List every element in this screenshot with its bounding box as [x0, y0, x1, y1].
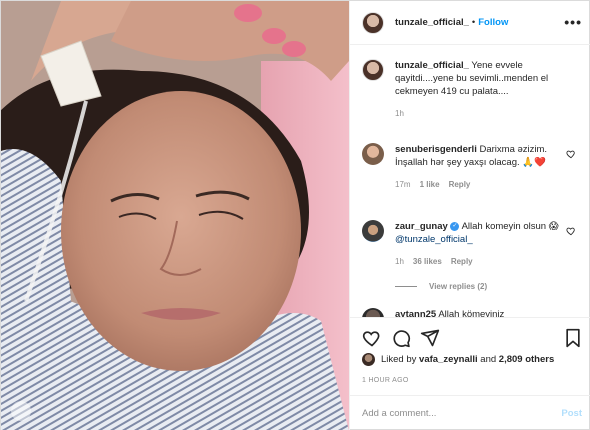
others-likes-link[interactable]: 2,809 others [499, 354, 554, 365]
mention-link[interactable]: @tunzale_official_ [395, 234, 473, 245]
reply-button[interactable]: Reply [449, 178, 471, 191]
comment-body: zaur_gunay ✓ Allah komeyin olsun 😱 @tunz… [395, 220, 565, 268]
caption-username[interactable]: tunzale_official_ [395, 60, 469, 71]
comment-body: senuberisgenderli Darixma əzizim. İnşall… [395, 143, 565, 191]
post-comment-button[interactable]: Post [561, 408, 582, 419]
liked-by-and: and [480, 354, 497, 365]
comments-list[interactable]: tunzale_official_ Yene evvele qayitdi...… [350, 45, 590, 317]
comment-meta: 17m 1 like Reply [395, 178, 565, 191]
instagram-post: tunzale_official_ • Follow ••• tunzale_o… [0, 0, 590, 430]
comment-likes-link[interactable]: 1 like [420, 178, 440, 191]
post-header: tunzale_official_ • Follow ••• [350, 1, 590, 45]
post-photo[interactable] [1, 1, 349, 430]
comment-likes-link[interactable]: 36 likes [413, 255, 442, 268]
comment-body: aytann25 Allah kömeyiniz [395, 308, 565, 317]
comment-text: Allah komeyin olsun 😱 [461, 221, 559, 232]
list-item: zaur_gunay ✓ Allah komeyin olsun 😱 @tunz… [362, 220, 584, 268]
comment-meta: 1h 36 likes Reply [395, 255, 565, 268]
post-timestamp[interactable]: 1 HOUR AGO [362, 377, 409, 384]
share-send-icon[interactable] [420, 328, 440, 348]
like-heart-icon[interactable] [362, 328, 382, 348]
add-comment-bar: Post [350, 395, 590, 430]
username-link[interactable]: tunzale_official_ [395, 17, 469, 28]
view-replies-button[interactable]: View replies (2) [395, 282, 487, 291]
bookmark-icon[interactable] [564, 328, 582, 348]
caption: tunzale_official_ Yene evvele qayitdi...… [362, 59, 584, 120]
liker-username-link[interactable]: vafa_zeynalli [419, 354, 478, 365]
comment-text: Allah kömeyiniz [438, 309, 505, 317]
liker-avatar[interactable] [362, 353, 375, 366]
verified-badge-icon: ✓ [450, 221, 460, 231]
avatar[interactable] [362, 59, 384, 81]
comment-username[interactable]: aytann25 [395, 309, 436, 317]
comment-time: 1h [395, 257, 404, 266]
post-sidebar: tunzale_official_ • Follow ••• tunzale_o… [349, 1, 590, 430]
caption-time: 1h [395, 109, 404, 118]
comment-bubble-icon[interactable] [391, 328, 411, 348]
heart-icon[interactable] [566, 226, 576, 236]
caption-body: tunzale_official_ Yene evvele qayitdi...… [395, 59, 565, 120]
caption-meta: 1h [395, 107, 565, 120]
add-comment-input[interactable] [362, 408, 562, 419]
comment-username[interactable]: senuberisgenderli [395, 144, 477, 155]
follow-button[interactable]: Follow [478, 17, 508, 28]
avatar[interactable] [362, 308, 384, 317]
avatar[interactable] [362, 11, 384, 34]
avatar[interactable] [362, 220, 384, 242]
comment-time: 17m [395, 180, 411, 189]
liked-by-line: Liked by vafa_zeynalli and 2,809 others [362, 353, 554, 366]
view-replies-line [395, 286, 417, 287]
avatar[interactable] [362, 143, 384, 165]
list-item: aytann25 Allah kömeyiniz [362, 308, 584, 317]
liked-by-prefix: Liked by [381, 354, 417, 365]
separator-dot: • [471, 17, 476, 28]
reply-button[interactable]: Reply [451, 255, 473, 268]
post-photo-illustration [1, 1, 349, 430]
more-options-icon[interactable]: ••• [564, 14, 582, 30]
view-replies-label: View replies (2) [429, 282, 488, 291]
heart-icon[interactable] [566, 149, 576, 159]
list-item: senuberisgenderli Darixma əzizim. İnşall… [362, 143, 584, 191]
comment-username[interactable]: zaur_gunay [395, 221, 448, 232]
